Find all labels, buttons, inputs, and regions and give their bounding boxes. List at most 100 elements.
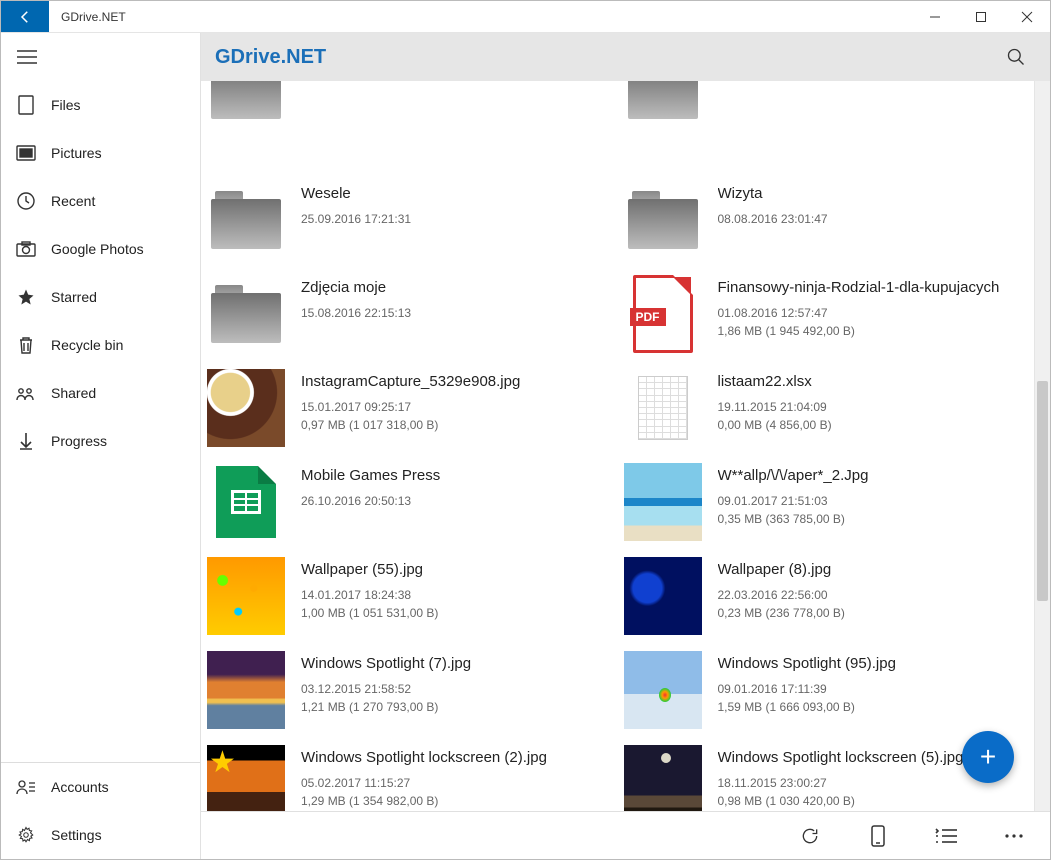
file-item[interactable]: Wallpaper (8).jpg22.03.2016 22:56:000,23… (618, 551, 1035, 645)
arrow-left-icon (16, 8, 34, 26)
file-size: 0,98 MB (1 030 420,00 B) (718, 794, 964, 808)
file-item[interactable]: Windows Spotlight (95).jpg09.01.2016 17:… (618, 645, 1035, 739)
file-meta: Wallpaper (55).jpg14.01.2017 18:24:381,0… (301, 557, 438, 620)
file-item[interactable]: Windows Spotlight lockscreen (2).jpg05.0… (201, 739, 618, 811)
file-meta: Windows Spotlight (7).jpg03.12.2015 21:5… (301, 651, 471, 714)
vertical-scrollbar[interactable] (1034, 81, 1050, 811)
file-meta: Wesele25.09.2016 17:21:31 (301, 181, 411, 230)
titlebar: GDrive.NET (1, 1, 1050, 33)
sidebar-item-pictures[interactable]: Pictures (1, 129, 200, 177)
file-name: InstagramCapture_5329e908.jpg (301, 373, 520, 390)
sidebar-item-recycle-bin[interactable]: Recycle bin (1, 321, 200, 369)
file-item[interactable]: listaam22.xlsx19.11.2015 21:04:090,00 MB… (618, 363, 1035, 457)
file-date: 01.08.2016 12:57:47 (718, 306, 1000, 320)
file-meta: 01.02.2016 17:34:49 (301, 81, 411, 83)
scrollbar-thumb[interactable] (1037, 381, 1048, 601)
file-item[interactable]: InstagramCapture_5329e908.jpg 15.01.2017 … (201, 363, 618, 457)
folder-icon (211, 81, 281, 119)
sidebar-item-progress[interactable]: Progress (1, 417, 200, 465)
sidebar-item-label: Files (51, 97, 81, 113)
search-button[interactable] (996, 47, 1036, 67)
file-item[interactable]: PDFFinansowy-ninja-Rodzial-1-dla-kupujac… (618, 269, 1035, 363)
image-thumbnail (207, 651, 285, 729)
file-date: 14.01.2017 18:24:38 (301, 588, 438, 602)
file-size: 1,29 MB (1 354 982,00 B) (301, 794, 547, 808)
file-meta: 23.07.2016 22:04:33 (718, 81, 828, 83)
sidebar-item-accounts[interactable]: Accounts (1, 763, 200, 811)
search-icon (1006, 47, 1026, 67)
minimize-button[interactable] (912, 1, 958, 32)
device-button[interactable] (858, 816, 898, 856)
hamburger-icon (17, 49, 37, 65)
file-meta: Wizyta08.08.2016 23:01:47 (718, 181, 828, 230)
file-item[interactable]: 01.02.2016 17:34:49 (201, 81, 618, 175)
file-date: 15.01.2017 09:25:17 (301, 400, 520, 414)
file-size: 1,21 MB (1 270 793,00 B) (301, 700, 471, 714)
file-date: 08.08.2016 23:01:47 (718, 212, 828, 226)
file-thumbnail (207, 463, 285, 541)
image-thumbnail (624, 745, 702, 811)
file-size: 0,97 MB (1 017 318,00 B) (301, 418, 520, 432)
close-button[interactable] (1004, 1, 1050, 32)
main-pane: GDrive.NET 01.02.2016 17:34:49 23.07.2016… (201, 33, 1050, 859)
sidebar-item-recent[interactable]: Recent (1, 177, 200, 225)
app-header: GDrive.NET (201, 33, 1050, 81)
file-thumbnail (207, 181, 285, 259)
spreadsheet-icon (638, 376, 688, 440)
hamburger-button[interactable] (1, 33, 200, 81)
file-name: Mobile Games Press (301, 467, 440, 484)
file-name: Wallpaper (55).jpg (301, 561, 438, 578)
file-meta: Finansowy-ninja-Rodzial-1-dla-kupujacych… (718, 275, 1000, 338)
file-item[interactable]: 23.07.2016 22:04:33 (618, 81, 1035, 175)
file-item[interactable]: W**allp/\/\/aper*_2.Jpg09.01.2017 21:51:… (618, 457, 1035, 551)
maximize-icon (975, 11, 987, 23)
doc-icon (15, 95, 37, 115)
pictures-icon (15, 143, 37, 163)
file-size: 0,00 MB (4 856,00 B) (718, 418, 832, 432)
sidebar-item-files[interactable]: Files (1, 81, 200, 129)
file-item[interactable]: Wallpaper (55).jpg14.01.2017 18:24:381,0… (201, 551, 618, 645)
file-thumbnail (624, 181, 702, 259)
file-date: 09.01.2017 21:51:03 (718, 494, 869, 508)
add-button[interactable]: + (962, 731, 1014, 783)
star-icon (15, 287, 37, 307)
list-view-button[interactable] (926, 816, 966, 856)
file-thumbnail (207, 745, 285, 811)
file-date: 19.11.2015 21:04:09 (718, 400, 832, 414)
refresh-button[interactable] (790, 816, 830, 856)
google-sheet-icon (216, 466, 276, 538)
image-thumbnail (624, 651, 702, 729)
sidebar-item-label: Progress (51, 433, 107, 449)
file-size: 1,86 MB (1 945 492,00 B) (718, 324, 1000, 338)
back-button[interactable] (1, 1, 49, 32)
folder-icon (211, 285, 281, 343)
sidebar-item-label: Google Photos (51, 241, 144, 257)
file-thumbnail (207, 275, 285, 353)
sidebar-item-settings[interactable]: Settings (1, 811, 200, 859)
file-item[interactable]: Wesele25.09.2016 17:21:31 (201, 175, 618, 269)
folder-icon (628, 81, 698, 119)
minimize-icon (929, 11, 941, 23)
file-item[interactable]: Wizyta08.08.2016 23:01:47 (618, 175, 1035, 269)
file-item[interactable]: Mobile Games Press26.10.2016 20:50:13 (201, 457, 618, 551)
sidebar-item-shared[interactable]: Shared (1, 369, 200, 417)
trash-icon (15, 335, 37, 355)
file-name: Zdjęcia moje (301, 279, 411, 296)
file-name: Wallpaper (8).jpg (718, 561, 845, 578)
sidebar-item-starred[interactable]: Starred (1, 273, 200, 321)
file-meta: Windows Spotlight lockscreen (2).jpg05.0… (301, 745, 547, 808)
file-item[interactable]: Zdjęcia moje15.08.2016 22:15:13 (201, 269, 618, 363)
file-thumbnail (624, 369, 702, 447)
file-meta: Windows Spotlight lockscreen (5).jpg18.1… (718, 745, 964, 808)
file-meta: W**allp/\/\/aper*_2.Jpg09.01.2017 21:51:… (718, 463, 869, 526)
sidebar-item-google-photos[interactable]: Google Photos (1, 225, 200, 273)
maximize-button[interactable] (958, 1, 1004, 32)
image-thumbnail (207, 745, 285, 811)
sidebar-item-label: Recent (51, 193, 95, 209)
sidebar-item-label: Accounts (51, 779, 109, 795)
file-item[interactable]: Windows Spotlight (7).jpg03.12.2015 21:5… (201, 645, 618, 739)
clock-icon (15, 191, 37, 211)
more-button[interactable] (994, 816, 1034, 856)
image-thumbnail (624, 463, 702, 541)
sidebar-item-label: Pictures (51, 145, 102, 161)
